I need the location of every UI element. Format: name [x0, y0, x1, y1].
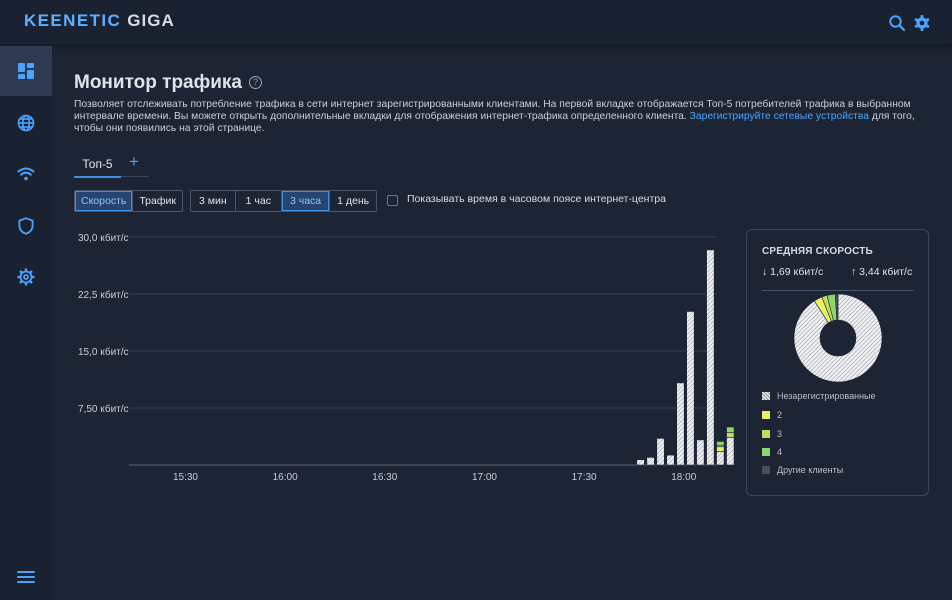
wifi-icon [17, 167, 35, 181]
page-description: Позволяет отслеживать потребление трафик… [74, 99, 916, 135]
upload-speed: ↑ 3,44 кбит/с [851, 266, 913, 278]
legend-item-other[interactable]: Другие клиенты [762, 465, 843, 475]
dashboard-icon [18, 63, 34, 79]
y-tick-label: 7,50 кбит/с [78, 403, 129, 415]
top-bar: KEENETIC GIGA [0, 0, 952, 45]
download-speed: ↓ 1,69 кбит/с [762, 266, 824, 278]
bar-segment [716, 451, 725, 466]
range-3hours-button[interactable]: 3 часа [280, 191, 330, 211]
bar-segment [696, 439, 705, 466]
timezone-checkbox[interactable] [387, 195, 398, 206]
x-tick-label: 18:00 [671, 472, 696, 483]
bar-segment [646, 457, 655, 466]
search-icon[interactable] [888, 14, 906, 32]
bar-segment [706, 249, 715, 466]
average-speed-panel: СРЕДНЯЯ СКОРОСТЬ ↓ 1,69 кбит/с ↑ 3,44 кб… [746, 229, 929, 496]
legend-item-2[interactable]: 2 [762, 410, 782, 420]
legend-swatch [762, 392, 770, 400]
range-1day-button[interactable]: 1 день [329, 191, 376, 211]
timezone-checkbox-label: Показывать время в часовом поясе интерне… [407, 193, 666, 205]
average-speed-title: СРЕДНЯЯ СКОРОСТЬ [762, 246, 873, 257]
brand-name: KEENETIC [24, 11, 122, 30]
legend-swatch [762, 430, 770, 438]
tab-top5[interactable]: Топ-5 [74, 156, 121, 178]
y-tick-label: 30,0 кбит/с [78, 232, 129, 244]
legend-swatch [762, 448, 770, 456]
speed-donut-chart [793, 293, 883, 383]
x-tick-label: 15:30 [173, 472, 198, 483]
x-tick-label: 16:00 [273, 472, 298, 483]
legend-label: 3 [777, 429, 783, 439]
gear-icon[interactable] [913, 14, 931, 32]
divider [762, 290, 914, 291]
bar-segment [726, 426, 734, 433]
brand-logo[interactable]: KEENETIC GIGA [24, 11, 175, 31]
tab-underline [121, 176, 149, 177]
help-icon[interactable]: ? [249, 76, 262, 89]
range-switch: 3 мин 1 час 3 часа 1 день [190, 190, 378, 212]
sidebar-item-internet[interactable] [0, 98, 52, 148]
metric-speed-button[interactable]: Скорость [75, 191, 133, 211]
range-1hour-button[interactable]: 1 час [234, 191, 281, 211]
y-tick-label: 15,0 кбит/с [78, 346, 129, 358]
x-tick-label: 17:00 [472, 472, 497, 483]
bar-segment [666, 454, 675, 466]
gear-icon [17, 268, 35, 286]
range-3min-button[interactable]: 3 мин [191, 191, 235, 211]
legend-item-4[interactable]: 4 [762, 447, 782, 457]
legend-label: Незарегистрированные [777, 391, 876, 401]
y-tick-label: 22,5 кбит/с [78, 289, 129, 301]
shield-icon [18, 217, 34, 235]
bar-segment [636, 459, 645, 466]
bar-segment [716, 441, 725, 446]
sidebar-item-settings[interactable] [0, 252, 52, 302]
brand-model: GIGA [127, 11, 175, 30]
bar-segment [686, 311, 695, 466]
register-devices-link[interactable]: Зарегистрируйте сетевые устройства [690, 111, 869, 122]
x-tick-label: 17:30 [572, 472, 597, 483]
legend-label: 2 [777, 410, 783, 420]
bar-segment [676, 382, 685, 466]
sidebar-item-dashboard[interactable] [0, 46, 52, 96]
metric-switch: Скорость Трафик [74, 190, 183, 212]
speed-chart: 30,0 кбит/с 22,5 кбит/с 15,0 кбит/с 7,50 кб… [78, 232, 734, 483]
hamburger-icon[interactable] [17, 571, 35, 583]
legend-swatch [762, 411, 770, 419]
metric-traffic-button[interactable]: Трафик [132, 191, 182, 211]
legend-swatch [762, 466, 770, 474]
sidebar-item-wifi[interactable] [0, 149, 52, 199]
legend-item-unregistered[interactable]: Незарегистрированные [762, 391, 876, 401]
bar-segment [716, 446, 725, 452]
bar-segment [726, 432, 734, 438]
add-tab-button[interactable]: + [129, 152, 139, 172]
legend-item-3[interactable]: 3 [762, 429, 782, 439]
sidebar [0, 46, 52, 600]
legend-label: 4 [777, 447, 783, 457]
bar-segment [656, 438, 665, 466]
x-tick-label: 16:30 [372, 472, 397, 483]
legend-label: Другие клиенты [777, 465, 844, 475]
sidebar-item-security[interactable] [0, 201, 52, 251]
page-title: Монитор трафика [74, 72, 242, 93]
bar-segment [726, 437, 734, 466]
globe-icon [17, 114, 35, 132]
